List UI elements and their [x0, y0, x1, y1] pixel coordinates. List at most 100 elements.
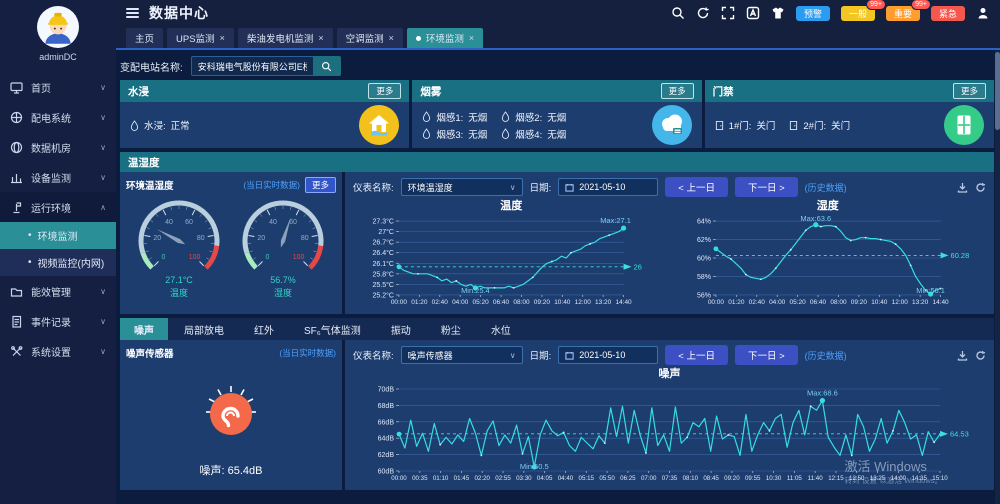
tab-home[interactable]: 主页	[126, 28, 163, 48]
sidebar-item-events[interactable]: 事件记录 ∨	[0, 306, 116, 336]
history-link[interactable]: (历史数据)	[805, 181, 847, 194]
sidebar-item-home[interactable]: 首页 ∨	[0, 72, 116, 102]
tab-environment[interactable]: 环境监测×	[407, 28, 483, 48]
alert-general-chip[interactable]: 一般99+	[841, 6, 875, 21]
sidebar-item-label: 能效管理	[31, 284, 71, 299]
alert-important-chip[interactable]: 重要99+	[886, 6, 920, 21]
sidebar-subitem-video-monitoring[interactable]: • 视频监控(内网)	[0, 249, 116, 276]
svg-text:04:00: 04:00	[452, 299, 469, 306]
next-day-button[interactable]: 下一日 >	[735, 177, 798, 197]
svg-text:05:20: 05:20	[473, 299, 490, 306]
tab-ups[interactable]: UPS监测×	[167, 28, 234, 48]
bullet-icon: •	[28, 230, 32, 241]
svg-text:64.53: 64.53	[950, 429, 969, 438]
sidebar-item-energy[interactable]: 能效管理 ∨	[0, 276, 116, 306]
station-search-input[interactable]	[191, 56, 313, 76]
username: adminDC	[39, 52, 77, 62]
gauge-more-button[interactable]: 更多	[305, 177, 336, 193]
sidebar-item-settings[interactable]: 系统设置 ∨	[0, 336, 116, 366]
tab-water-level[interactable]: 水位	[477, 318, 525, 340]
door-panel: 门禁更多 1#门:关门 2#门:关门	[705, 80, 994, 148]
sidebar-subitem-env-monitoring[interactable]: • 环境监测	[0, 222, 116, 249]
water-more-button[interactable]: 更多	[368, 83, 401, 99]
refresh-icon[interactable]	[975, 350, 986, 361]
date-picker[interactable]: 2021-05-10	[558, 346, 658, 364]
user-icon[interactable]	[976, 6, 990, 20]
fullscreen-icon[interactable]	[721, 6, 735, 20]
svg-text:100: 100	[189, 254, 201, 261]
tab-diesel[interactable]: 柴油发电机监测×	[238, 28, 333, 48]
search-icon[interactable]	[671, 6, 685, 20]
droplet-icon	[422, 128, 431, 139]
font-size-icon[interactable]	[746, 6, 760, 20]
tab-sf6-gas[interactable]: SF₆气体监测	[290, 318, 375, 340]
svg-text:09:20: 09:20	[534, 299, 551, 306]
svg-text:0: 0	[265, 254, 269, 261]
next-day-button[interactable]: 下一日 >	[735, 345, 798, 365]
refresh-icon[interactable]	[975, 182, 986, 193]
tab-noise[interactable]: 噪声	[120, 318, 168, 340]
svg-text:0: 0	[161, 254, 165, 261]
sidebar-item-device-monitor[interactable]: 设备监测 ∨	[0, 162, 116, 192]
svg-text:12:15: 12:15	[828, 475, 844, 482]
tab-infrared[interactable]: 红外	[240, 318, 288, 340]
theme-shirt-icon[interactable]	[771, 6, 785, 20]
svg-text:温度: 温度	[170, 287, 188, 298]
smoke-more-button[interactable]: 更多	[661, 83, 694, 99]
gauge-panel-title: 环境温湿度	[126, 178, 174, 192]
tab-vibration[interactable]: 振动	[377, 318, 425, 340]
svg-text:08:00: 08:00	[830, 299, 847, 306]
download-icon[interactable]	[957, 350, 968, 361]
menu-toggle-icon[interactable]	[126, 8, 139, 18]
meter-select[interactable]: 噪声传感器∨	[401, 346, 523, 364]
date-picker[interactable]: 2021-05-10	[558, 178, 658, 196]
meter-select[interactable]: 环境温湿度∨	[401, 178, 523, 196]
sidebar-item-power-system[interactable]: 配电系统 ∨	[0, 102, 116, 132]
svg-text:06:40: 06:40	[493, 299, 510, 306]
chevron-down-icon: ∨	[100, 317, 106, 326]
sidebar-item-data-room[interactable]: 数据机房 ∨	[0, 132, 116, 162]
prev-day-button[interactable]: < 上一日	[665, 345, 728, 365]
sidebar-item-environment[interactable]: 运行环境 ∧	[0, 192, 116, 222]
close-icon[interactable]: ×	[220, 33, 225, 43]
smoke-alarm-icon	[652, 105, 692, 145]
download-icon[interactable]	[957, 182, 968, 193]
svg-text:00:00: 00:00	[707, 299, 724, 306]
humidity-line-chart: 56%58%60%62%64%00:0001:2002:4004:0005:20…	[670, 213, 987, 309]
environment-icon	[10, 201, 23, 214]
status-panels: 水浸更多 水浸: 正常 烟雾更多	[120, 80, 994, 148]
svg-text:02:40: 02:40	[432, 299, 449, 306]
avatar[interactable]	[37, 6, 79, 48]
station-search-button[interactable]	[313, 56, 341, 76]
status-value: 关门	[756, 118, 775, 132]
sidebar-item-label: 环境监测	[38, 228, 78, 243]
water-panel: 水浸更多 水浸: 正常	[120, 80, 409, 148]
tab-partial-discharge[interactable]: 局部放电	[170, 318, 238, 340]
close-icon[interactable]: ×	[389, 33, 394, 43]
calendar-icon	[565, 351, 574, 360]
alert-warning-chip[interactable]: 预警	[796, 6, 830, 21]
svg-text:湿度: 湿度	[274, 287, 292, 298]
tab-hvac[interactable]: 空调监测×	[337, 28, 403, 48]
status-value: 无烟	[547, 110, 566, 124]
chip-label: 预警	[804, 7, 822, 20]
prev-day-button[interactable]: < 上一日	[665, 177, 728, 197]
svg-text:05:15: 05:15	[579, 475, 595, 482]
svg-text:01:10: 01:10	[433, 475, 449, 482]
count-badge: 99+	[866, 0, 886, 10]
alert-urgent-chip[interactable]: 紧急	[931, 6, 965, 21]
chevron-down-icon: ∨	[100, 113, 106, 122]
close-icon[interactable]: ×	[318, 33, 323, 43]
svg-text:04:00: 04:00	[769, 299, 786, 306]
refresh-icon[interactable]	[696, 6, 710, 20]
history-link[interactable]: (历史数据)	[805, 349, 847, 362]
tab-dust[interactable]: 粉尘	[427, 318, 475, 340]
door-more-button[interactable]: 更多	[953, 83, 986, 99]
date-value: 2021-05-10	[579, 350, 625, 360]
close-icon[interactable]: ×	[469, 33, 474, 43]
scrollbar-thumb[interactable]	[995, 52, 1000, 130]
door-status: 2#门:关门	[789, 118, 850, 132]
chart-tools	[957, 350, 986, 361]
sensor-panel-title: 噪声传感器	[126, 346, 174, 360]
noise-reading-value: 65.4dB	[228, 465, 263, 477]
